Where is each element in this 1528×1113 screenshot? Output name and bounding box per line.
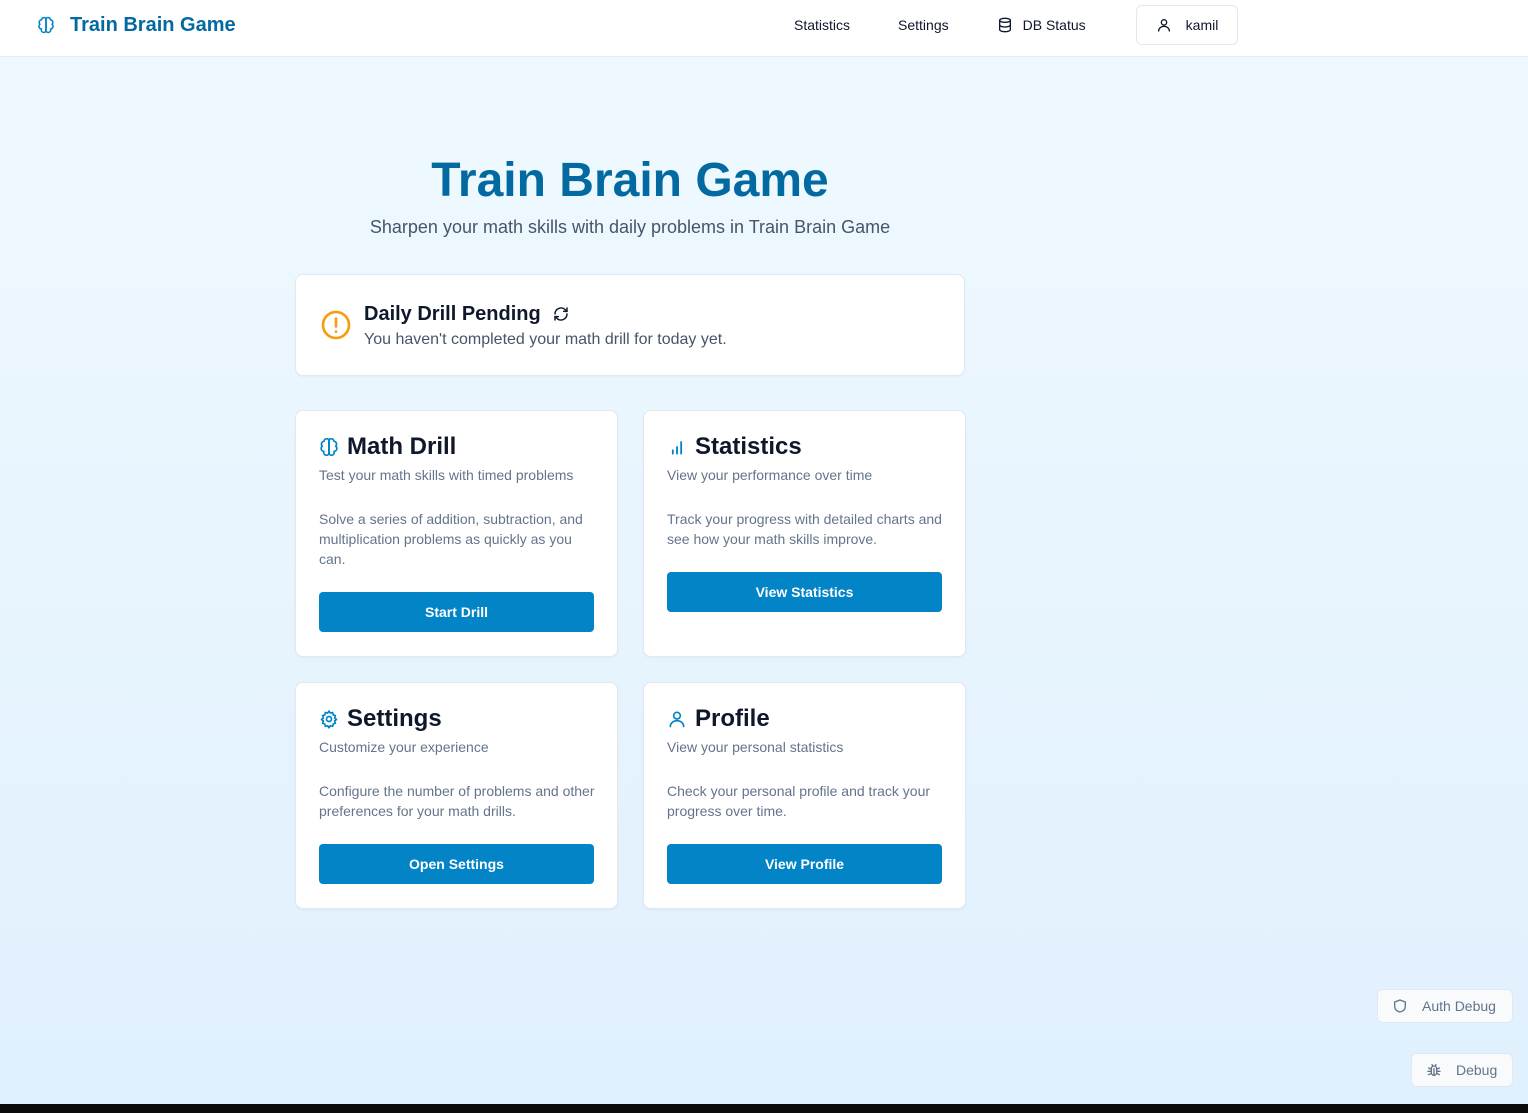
user-icon [1157,19,1170,32]
card-title: Statistics [695,433,802,460]
card-body: Check your personal profile and track yo… [667,783,931,819]
page-subtitle: Sharpen your math skills with daily prob… [369,217,891,237]
card-subtitle: Customize your experience [319,739,489,755]
alert-title: Daily Drill Pending [364,303,541,325]
card-statistics: Statistics View your performance over ti… [643,410,966,657]
user-menu-button[interactable]: kamil [1136,5,1238,45]
card-title: Settings [347,705,442,732]
nav-statistics[interactable]: Statistics [778,6,866,44]
card-math-drill: Math Drill Test your math skills with ti… [295,410,618,657]
refresh-icon[interactable] [553,306,569,322]
top-navbar: Train Brain Game Statistics Settings DB … [0,0,1528,57]
bottom-edge-bar [0,1104,1528,1113]
card-title-row: Profile [667,704,770,734]
card-title: Profile [695,705,770,732]
debug-label: Debug [1456,1062,1498,1078]
card-title: Math Drill [347,433,457,460]
nav-db-status[interactable]: DB Status [981,6,1102,44]
alert-title-row: Daily Drill Pending [364,302,569,326]
card-body: Configure the number of problems and oth… [319,783,595,819]
card-subtitle: Test your math skills with timed problem… [319,467,574,483]
auth-debug-button[interactable]: Auth Debug [1377,989,1513,1023]
card-title-row: Math Drill [319,432,456,462]
brand[interactable]: Train Brain Game [37,0,236,50]
page-title: Train Brain Game [431,154,829,207]
database-icon [998,17,1011,33]
brain-icon [38,16,54,34]
shield-icon [1394,999,1406,1013]
nav-statistics-label: Statistics [794,17,851,33]
card-subtitle: View your performance over time [667,467,873,483]
debug-button[interactable]: Debug [1411,1053,1513,1087]
card-subtitle: View your personal statistics [667,739,844,755]
nav-settings[interactable]: Settings [882,6,965,44]
card-body: Solve a series of addition, subtraction,… [319,511,583,567]
open-settings-button[interactable]: Open Settings [319,844,594,884]
card-settings: Settings Customize your experience Confi… [295,682,618,909]
card-body: Track your progress with detailed charts… [667,511,942,547]
card-title-row: Settings [319,704,442,734]
card-profile: Profile View your personal statistics Ch… [643,682,966,909]
gear-icon [320,710,338,729]
nav-db-status-label: DB Status [1022,17,1086,33]
view-statistics-button[interactable]: View Statistics [667,572,942,612]
bug-icon [1427,1064,1441,1076]
main-nav: Statistics Settings DB Status [778,0,1102,50]
start-drill-button[interactable]: Start Drill [319,592,594,632]
daily-drill-alert: Daily Drill Pending You haven't complete… [295,274,965,376]
card-title-row: Statistics [667,432,802,462]
alert-circle-icon [321,310,351,340]
alert-description: You haven't completed your math drill fo… [364,331,727,348]
brain-icon [320,437,338,457]
view-profile-button[interactable]: View Profile [667,844,942,884]
auth-debug-label: Auth Debug [1422,998,1496,1014]
bar-chart-icon [671,441,683,455]
username: kamil [1185,17,1219,33]
brand-title: Train Brain Game [70,13,236,36]
nav-settings-label: Settings [898,17,949,33]
user-icon [669,711,685,728]
